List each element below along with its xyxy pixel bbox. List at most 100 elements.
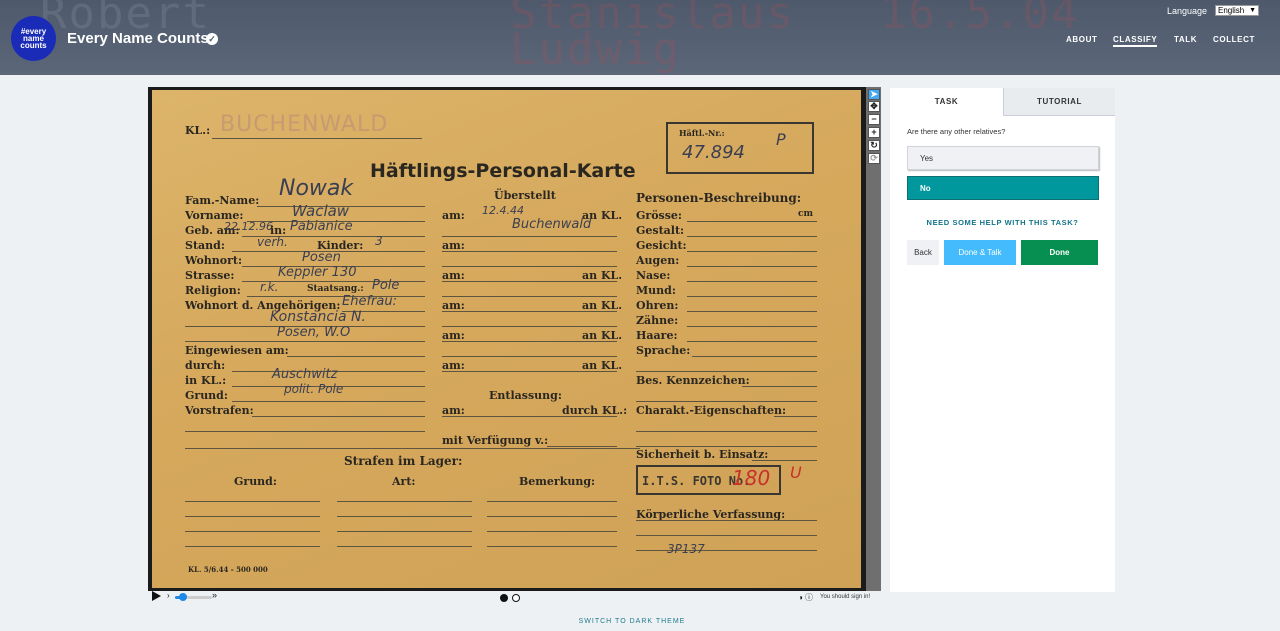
line <box>547 446 617 447</box>
field-label: Charakt.-Eigenschaften: <box>636 404 787 417</box>
field-label: Eingewiesen am: <box>185 344 289 357</box>
field-label: Bes. Kennzeichen: <box>636 374 750 387</box>
field-label: Staatsang.: <box>307 284 364 294</box>
slow-icon[interactable]: › <box>167 591 170 600</box>
line <box>442 266 617 267</box>
line <box>442 371 617 372</box>
field-label: Vorstrafen: <box>185 404 254 417</box>
grund-label: Grund: <box>234 475 277 488</box>
reset-icon[interactable]: ⟳ <box>868 153 880 164</box>
handwritten-family-name: Nowak <box>279 176 354 201</box>
contrast-icon[interactable]: ◑ ⓘ <box>798 592 813 603</box>
nav-classify[interactable]: CLASSIFY <box>1113 35 1158 47</box>
handwritten-reason: polit. Pole <box>284 382 344 396</box>
subject-viewer[interactable]: KL.: BUCHENWALD Häftl.-Nr.: 47.894 P Häf… <box>148 87 881 591</box>
answer-no[interactable]: No <box>907 176 1099 200</box>
frame-dot-1[interactable] <box>500 594 508 602</box>
field-label: Wohnort: <box>185 254 243 267</box>
line <box>185 501 320 502</box>
line <box>742 386 817 387</box>
line <box>442 356 617 357</box>
answer-yes[interactable]: Yes <box>907 146 1099 170</box>
kl-label: KL.: <box>185 124 211 137</box>
line <box>774 416 817 417</box>
prisoner-number-label: Häftl.-Nr.: <box>679 128 725 138</box>
line <box>636 535 817 536</box>
frame-dot-2[interactable] <box>512 594 520 602</box>
disposal-label: mit Verfügung v.: <box>442 434 549 447</box>
signin-warning: You should sign in! <box>820 594 871 600</box>
line <box>185 448 640 449</box>
zoom-out-icon[interactable]: − <box>868 114 880 125</box>
line <box>636 446 817 447</box>
transferred-heading: Überstellt <box>494 189 556 202</box>
speed-slider-thumb[interactable] <box>179 593 187 601</box>
field-label: Zähne: <box>636 314 679 327</box>
field-label: Grund: <box>185 389 228 402</box>
chevron-down-icon: ▼ <box>1249 7 1256 14</box>
site-logo[interactable]: #every name counts <box>11 16 56 61</box>
field-label: Ohren: <box>636 299 679 312</box>
prisoner-number-value: 47.894 <box>682 142 745 163</box>
line <box>442 341 617 342</box>
line <box>636 371 817 372</box>
handwritten-relative: Ehefrau: <box>342 294 397 309</box>
line <box>442 236 617 237</box>
remark-label: Bemerkung: <box>519 475 596 488</box>
nav-talk[interactable]: TALK <box>1174 35 1197 44</box>
cm-label: cm <box>798 209 814 219</box>
line <box>185 531 320 532</box>
verified-check-icon: ✓ <box>206 33 218 45</box>
line <box>442 326 617 327</box>
done-and-talk-button[interactable]: Done & Talk <box>944 240 1016 265</box>
language-value: English <box>1218 6 1245 15</box>
rotate-icon[interactable]: ↻ <box>868 140 880 151</box>
brand-title[interactable]: Every Name Counts <box>67 30 209 47</box>
tab-tutorial[interactable]: TUTORIAL <box>1003 88 1115 116</box>
line <box>442 311 617 312</box>
field-label: Sicherheit b. Einsatz: <box>636 448 769 461</box>
line <box>232 401 425 402</box>
field-label: Haare: <box>636 329 678 342</box>
done-button[interactable]: Done <box>1021 240 1098 265</box>
card-title: Häftlings-Personal-Karte <box>370 160 636 182</box>
line <box>687 266 817 267</box>
line <box>692 356 817 357</box>
handwritten-children: 3 <box>375 234 383 248</box>
its-photo-number: 180 <box>732 466 771 490</box>
nav-about[interactable]: ABOUT <box>1066 35 1097 44</box>
handwritten-bottom-number: 3P137 <box>667 542 705 556</box>
line <box>442 296 617 297</box>
back-button[interactable]: Back <box>907 240 939 265</box>
header-bg-word: Ludwig <box>510 24 681 75</box>
line <box>636 401 817 402</box>
tab-task[interactable]: TASK <box>890 88 1003 116</box>
handwritten-relative-place: Posen, W.O <box>277 325 351 340</box>
switch-theme-link[interactable]: SWITCH TO DARK THEME <box>0 618 1264 625</box>
handwritten-relative-name: Konstancia N. <box>270 309 366 325</box>
field-label: Nase: <box>636 269 671 282</box>
release-heading: Entlassung: <box>489 389 562 402</box>
line <box>687 236 817 237</box>
language-select[interactable]: English ▼ <box>1215 5 1259 16</box>
line <box>442 281 617 282</box>
handwritten-transfer-date: 12.4.44 <box>482 204 524 217</box>
logo-text: #every name counts <box>20 27 47 50</box>
handwritten-street: Keppler 130 <box>278 265 357 280</box>
play-icon[interactable] <box>152 591 161 601</box>
pointer-icon[interactable]: ➤ <box>868 89 880 100</box>
nav-collect[interactable]: COLLECT <box>1213 35 1255 44</box>
line <box>636 431 817 432</box>
line <box>687 326 817 327</box>
field-label: Gestalt: <box>636 224 685 237</box>
line <box>442 251 617 252</box>
move-icon[interactable]: ✥ <box>868 101 880 112</box>
zoom-in-icon[interactable]: + <box>868 127 880 138</box>
fast-icon[interactable]: » <box>212 590 217 600</box>
line <box>687 341 817 342</box>
help-link[interactable]: NEED SOME HELP WITH THIS TASK? <box>890 218 1115 227</box>
line <box>687 311 817 312</box>
field-label: Religion: <box>185 284 241 297</box>
line <box>337 501 472 502</box>
prisoner-card-image: KL.: BUCHENWALD Häftl.-Nr.: 47.894 P Häf… <box>152 90 861 588</box>
